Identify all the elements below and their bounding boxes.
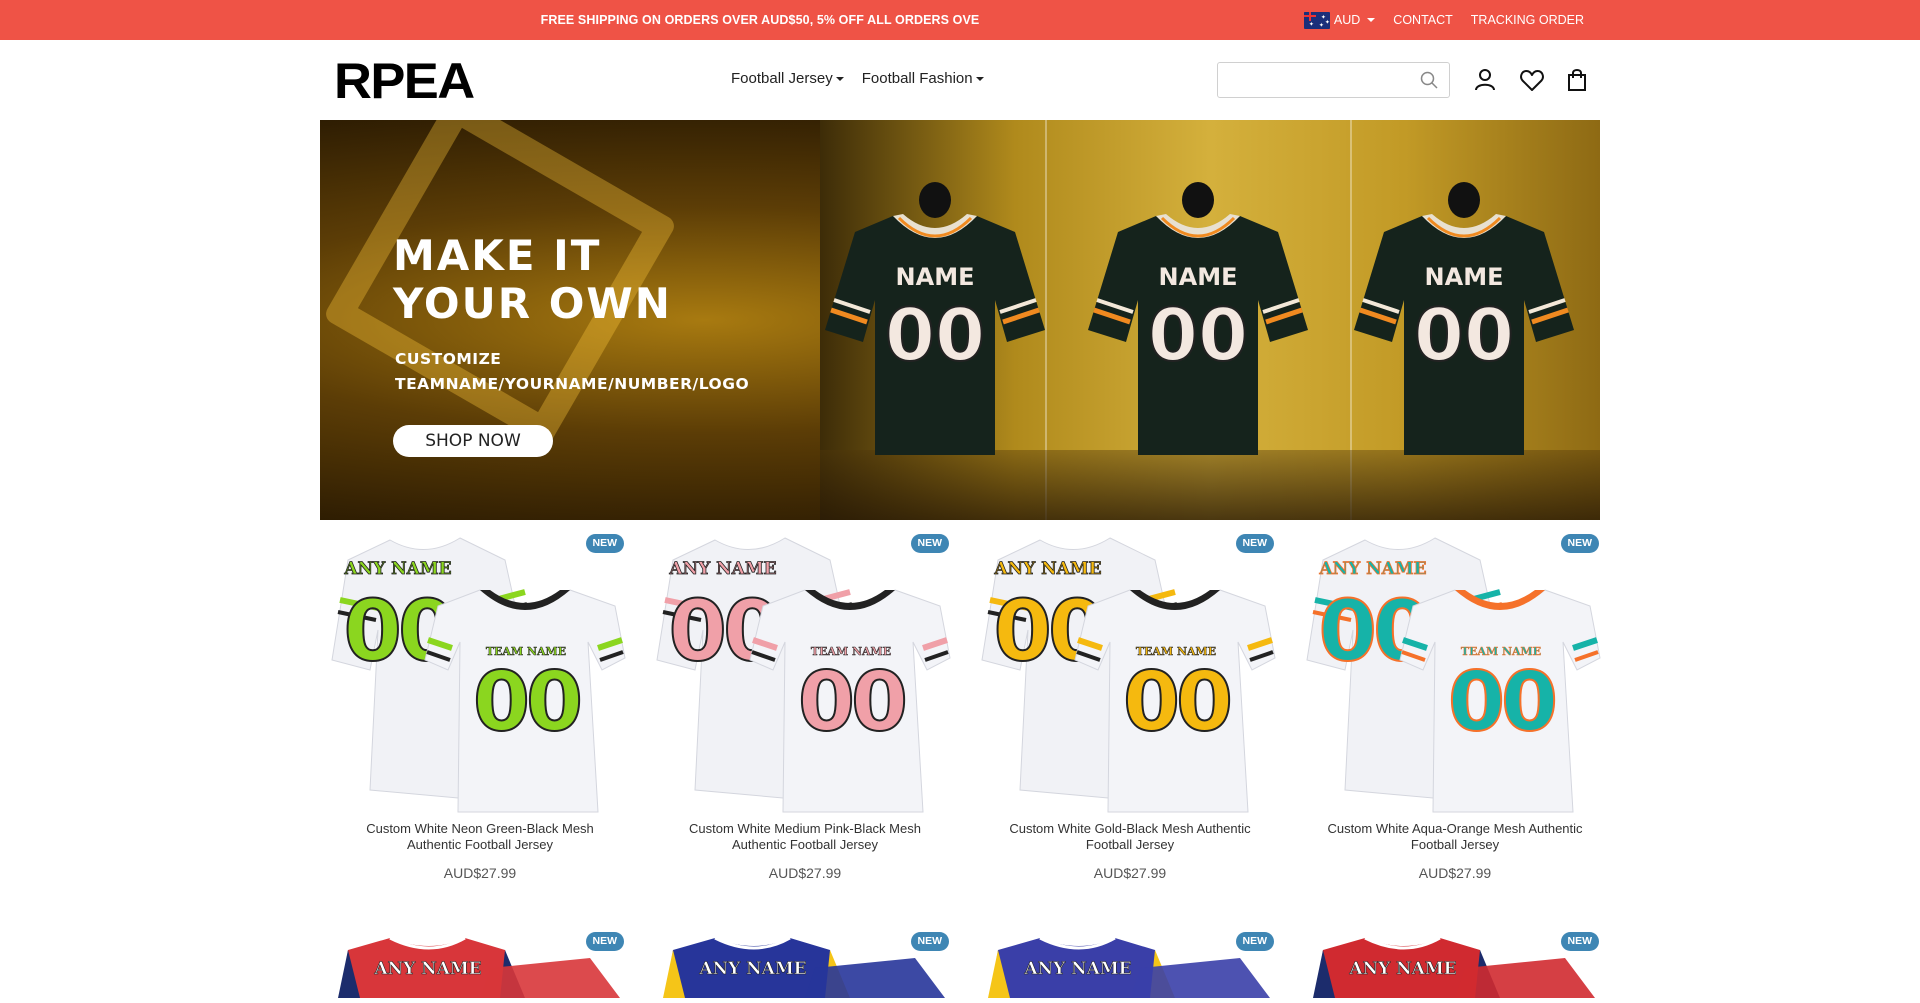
australia-flag-icon: ✦ ✦ ✦ ✦ — [1303, 11, 1330, 29]
new-badge: NEW — [585, 534, 624, 553]
product-title[interactable]: Custom White Neon Green-Black Mesh Authe… — [340, 821, 620, 853]
account-icon[interactable] — [1471, 66, 1499, 94]
banner-jersey-image: NAME 00 — [815, 180, 1055, 460]
banner-jersey-image: NAME 00 — [1078, 180, 1318, 460]
banner-title-line: YOUR OWN — [393, 279, 672, 328]
product-image[interactable]: ANY NAME 00 TEAM NAME 00 — [1305, 530, 1605, 820]
svg-text:NAME: NAME — [1159, 263, 1238, 291]
hero-banner[interactable]: MAKE IT YOUR OWN CUSTOMIZE TEAMNAME/YOUR… — [320, 120, 1600, 520]
jersey-image: ANY NAME 00 TEAM NAME 00 — [331, 537, 626, 813]
banner-title-line: MAKE IT — [393, 231, 602, 280]
svg-text:NAME: NAME — [1425, 263, 1504, 291]
svg-text:00: 00 — [1414, 293, 1514, 377]
svg-text:NAME: NAME — [896, 263, 975, 291]
nav-football-jersey[interactable]: Football Jersey — [731, 70, 844, 87]
jersey-image: ANY NAME 00 TEAM NAME 00 — [981, 537, 1276, 813]
product-image[interactable]: ANY NAME — [655, 928, 955, 998]
banner-subtitle-line: CUSTOMIZE — [395, 350, 502, 368]
nav-label: Football Fashion — [861, 70, 973, 87]
new-badge: NEW — [910, 534, 949, 553]
jersey-image: ANY NAME — [1313, 936, 1595, 998]
svg-text:ANY NAME: ANY NAME — [668, 559, 776, 579]
chevron-down-icon — [1367, 18, 1376, 22]
svg-text:ANY NAME: ANY NAME — [1318, 559, 1426, 579]
svg-text:00: 00 — [798, 655, 905, 750]
new-badge: NEW — [1235, 932, 1274, 951]
product-image[interactable]: ANY NAME 00 TEAM NAME 00 — [980, 530, 1280, 820]
new-badge: NEW — [910, 932, 949, 951]
announcement-bar: FREE SHIPPING ON ORDERS OVER AUD$50, 5% … — [0, 0, 1920, 40]
jersey-image: ANY NAME 00 TEAM NAME 00 — [656, 537, 951, 813]
banner-subtitle-line: TEAMNAME/YOURNAME/NUMBER/LOGO — [395, 375, 750, 393]
svg-text:00: 00 — [1123, 655, 1230, 750]
currency-selector[interactable]: ✦ ✦ ✦ ✦ AUD — [1303, 11, 1376, 29]
svg-text:ANY NAME: ANY NAME — [1023, 959, 1131, 979]
currency-label: AUD — [1333, 13, 1361, 27]
chevron-down-icon — [975, 76, 984, 81]
product-price: AUD$27.99 — [443, 865, 517, 881]
chevron-down-icon — [835, 76, 844, 81]
svg-text:00: 00 — [1148, 293, 1248, 377]
nav-label: Football Jersey — [731, 70, 833, 87]
topbar-links: ✦ ✦ ✦ ✦ AUD CONTACT TRACKING ORDER — [1303, 0, 1584, 40]
new-badge: NEW — [1560, 932, 1599, 951]
banner-title: MAKE IT YOUR OWN — [393, 232, 672, 328]
contact-link[interactable]: CONTACT — [1393, 13, 1453, 27]
svg-text:ANY NAME: ANY NAME — [993, 559, 1101, 579]
site-logo[interactable]: RPEA — [334, 54, 475, 108]
product-image[interactable]: ANY NAME — [980, 928, 1280, 998]
jersey-image: ANY NAME — [663, 936, 945, 998]
search-input[interactable] — [1218, 63, 1408, 97]
jersey-image: ANY NAME 00 TEAM NAME 00 — [1306, 537, 1601, 813]
product-title[interactable]: Custom White Medium Pink-Black Mesh Auth… — [665, 821, 945, 853]
tracking-order-link[interactable]: TRACKING ORDER — [1471, 13, 1584, 27]
product-image[interactable]: ANY NAME — [330, 928, 630, 998]
product-price: AUD$27.99 — [1418, 865, 1492, 881]
svg-text:ANY NAME: ANY NAME — [373, 959, 481, 979]
promo-text: FREE SHIPPING ON ORDERS OVER AUD$50, 5% … — [540, 13, 980, 27]
main-nav: Football Jersey Football Fashion — [731, 70, 984, 87]
product-title[interactable]: Custom White Aqua-Orange Mesh Authentic … — [1315, 821, 1595, 853]
svg-text:00: 00 — [473, 655, 580, 750]
new-badge: NEW — [585, 932, 624, 951]
product-image[interactable]: ANY NAME 00 TEAM NAME 00 — [655, 530, 955, 820]
site-header: RPEA Football Jersey Football Fashion — [0, 40, 1920, 120]
shopping-bag-icon[interactable] — [1563, 66, 1591, 94]
search-icon[interactable] — [1419, 70, 1439, 90]
product-title[interactable]: Custom White Gold-Black Mesh Authentic F… — [990, 821, 1270, 853]
new-badge: NEW — [1560, 534, 1599, 553]
jersey-image: ANY NAME — [988, 936, 1270, 998]
jersey-image: ANY NAME — [338, 936, 620, 998]
shop-now-button[interactable]: SHOP NOW — [393, 425, 553, 457]
svg-text:00: 00 — [1448, 655, 1555, 750]
banner-floor — [820, 450, 1600, 520]
svg-text:ANY NAME: ANY NAME — [698, 959, 806, 979]
product-price: AUD$27.99 — [1093, 865, 1167, 881]
search-box — [1217, 62, 1450, 98]
banner-subtitle: CUSTOMIZE TEAMNAME/YOURNAME/NUMBER/LOGO — [395, 347, 749, 397]
product-image[interactable]: ANY NAME 00 TEAM NAME 00 — [330, 530, 630, 820]
svg-text:ANY NAME: ANY NAME — [1348, 959, 1456, 979]
new-badge: NEW — [1235, 534, 1274, 553]
product-image[interactable]: ANY NAME — [1305, 928, 1605, 998]
banner-jersey-image: NAME 00 — [1344, 180, 1584, 460]
nav-football-fashion[interactable]: Football Fashion — [862, 70, 984, 87]
svg-text:ANY NAME: ANY NAME — [343, 559, 451, 579]
wishlist-heart-icon[interactable] — [1518, 66, 1546, 94]
svg-text:00: 00 — [885, 293, 985, 377]
product-price: AUD$27.99 — [768, 865, 842, 881]
